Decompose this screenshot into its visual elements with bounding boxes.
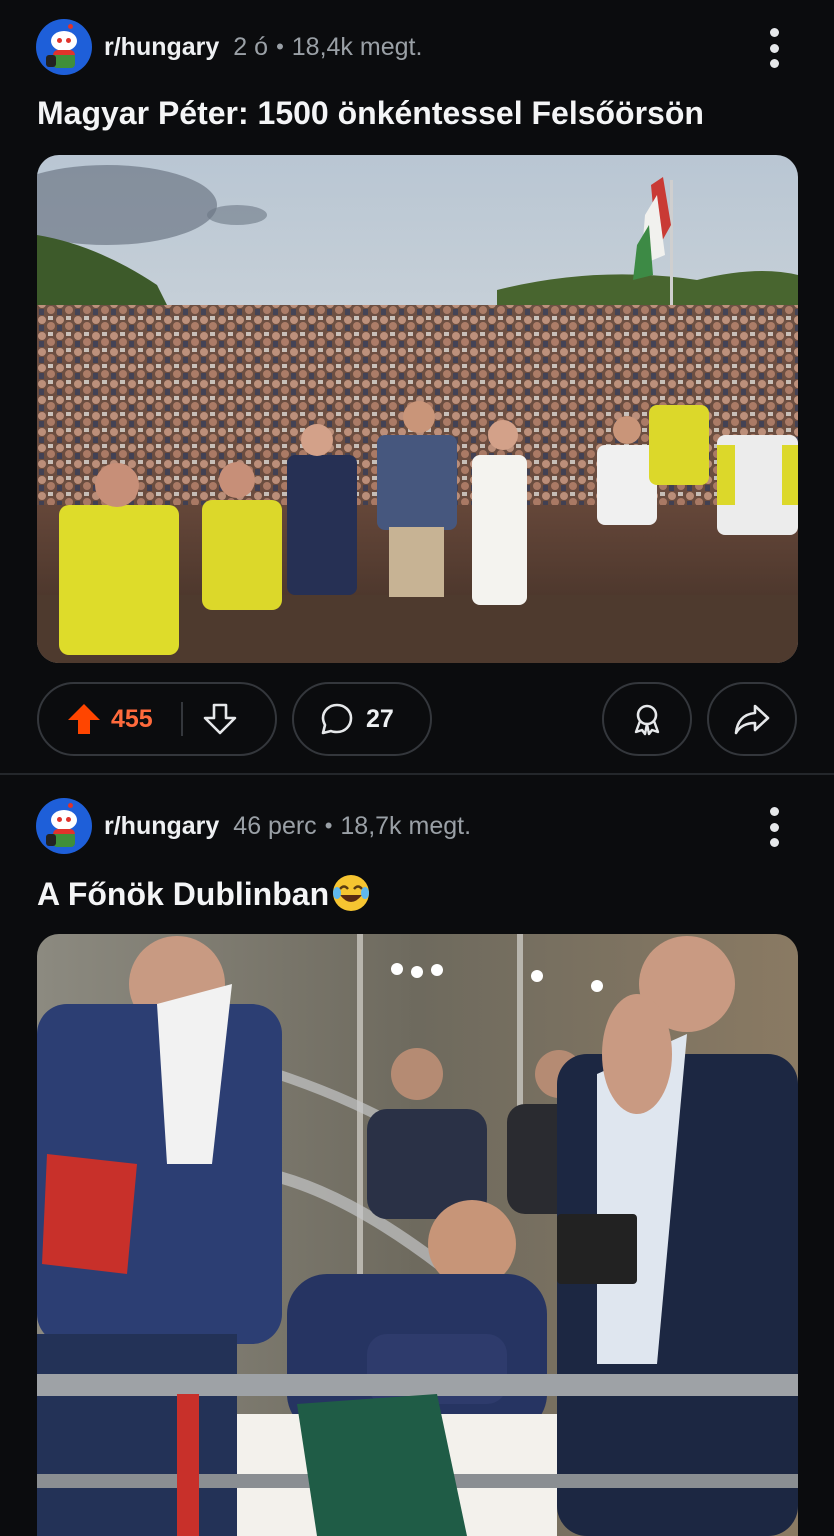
feed-post[interactable]: r/hungary 46 perc • 18,7k megt. A Főnök … [0, 776, 834, 1536]
post-image[interactable] [37, 155, 798, 663]
post-views: 18,7k megt. [340, 811, 472, 840]
share-button[interactable] [707, 682, 797, 756]
post-header: r/hungary 46 perc • 18,7k megt. [36, 798, 471, 854]
share-arrow-icon [734, 702, 770, 736]
post-age: 2 ó [233, 32, 269, 61]
post-age: 46 perc [233, 811, 317, 840]
subreddit-avatar[interactable] [36, 19, 92, 75]
upvote-arrow-icon[interactable] [67, 702, 101, 736]
vote-pill: 455 [37, 682, 277, 756]
post-title[interactable]: A Főnök Dublinban [37, 873, 371, 913]
award-ribbon-icon [630, 702, 664, 736]
meta-separator: • [324, 813, 333, 838]
post-image[interactable] [37, 934, 798, 1536]
subreddit-name[interactable]: r/hungary [104, 33, 219, 62]
post-title-text: A Főnök Dublinban [37, 876, 330, 912]
vote-count: 455 [111, 704, 153, 733]
downvote-arrow-icon[interactable] [203, 702, 237, 736]
kebab-menu-icon[interactable] [764, 807, 784, 847]
meta-separator: • [276, 34, 284, 59]
comment-button[interactable]: 27 [292, 682, 432, 756]
post-views: 18,4k megt. [291, 32, 423, 61]
feed-post[interactable]: r/hungary 2 ó • 18,4k megt. Magyar Péter… [0, 0, 834, 774]
subreddit-name[interactable]: r/hungary [104, 812, 219, 841]
post-title[interactable]: Magyar Péter: 1500 önkéntessel Felsőörsö… [37, 95, 704, 132]
post-actions: 455 27 [37, 682, 798, 756]
vote-divider [180, 702, 183, 736]
award-button[interactable] [602, 682, 692, 756]
post-divider [0, 773, 834, 775]
face-with-tears-of-joy-icon [331, 873, 371, 913]
post-header: r/hungary 2 ó • 18,4k megt. [36, 19, 422, 75]
subreddit-avatar[interactable] [36, 798, 92, 854]
comment-count: 27 [366, 704, 394, 733]
comment-bubble-icon [320, 702, 354, 736]
kebab-menu-icon[interactable] [764, 28, 784, 68]
